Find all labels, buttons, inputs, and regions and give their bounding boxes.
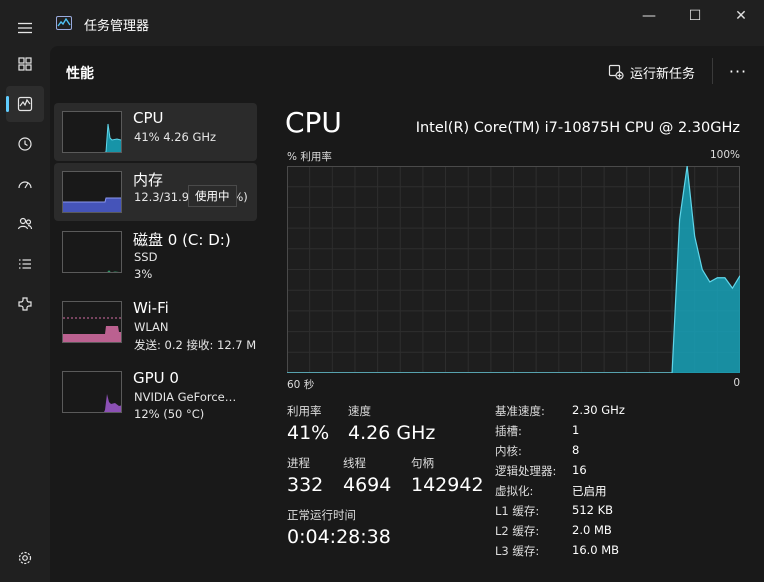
users-icon — [17, 217, 33, 230]
memory-thumbnail — [62, 171, 122, 213]
spec-key: L2 缓存: — [495, 524, 540, 538]
task-manager-icon — [56, 15, 72, 30]
hamburger-menu-button[interactable] — [6, 10, 44, 46]
processes-icon — [18, 57, 32, 71]
device-name: 内存 — [133, 171, 164, 189]
nav-startup[interactable] — [6, 166, 44, 202]
threads-value: 4694 — [343, 474, 392, 496]
device-detail: WLAN — [134, 320, 169, 334]
device-detail-2: 12% (50 °C) — [134, 407, 205, 421]
device-detail: 41% 4.26 GHz — [134, 130, 217, 144]
run-task-icon — [608, 64, 624, 80]
services-icon — [18, 297, 32, 311]
tooltip: 使用中 — [188, 185, 237, 207]
nav-app-history[interactable] — [6, 126, 44, 162]
spec-value: 16.0 MB — [572, 543, 620, 557]
speed-value: 4.26 GHz — [348, 422, 436, 444]
uptime-value: 0:04:28:38 — [287, 526, 391, 548]
side-nav — [0, 22, 50, 582]
cpu-title: CPU — [285, 106, 342, 139]
device-gpu[interactable]: GPU 0 NVIDIA GeForce… 12% (50 °C) — [54, 363, 257, 421]
graph-y-label: % 利用率 — [287, 151, 332, 163]
nav-performance[interactable] — [6, 86, 44, 122]
spec-key: 插槽: — [495, 424, 522, 438]
spec-key: 虚拟化: — [495, 484, 534, 498]
device-name: GPU 0 — [133, 369, 179, 387]
details-icon — [19, 259, 31, 269]
device-detail: NVIDIA GeForce… — [134, 390, 237, 404]
device-detail-2: 发送: 0.2 接收: 12.7 M — [134, 338, 257, 352]
hamburger-icon — [18, 22, 32, 34]
device-detail: SSD — [134, 250, 158, 264]
device-name: CPU — [133, 109, 164, 127]
uptime-label: 正常运行时间 — [287, 508, 356, 522]
nav-processes[interactable] — [6, 46, 44, 82]
handles-label: 句柄 — [411, 456, 434, 470]
page-header: 性能 运行新任务 ··· — [50, 46, 764, 96]
nav-services[interactable] — [6, 286, 44, 322]
title-bar: 任务管理器 — ☐ ✕ — [0, 0, 764, 46]
close-button[interactable]: ✕ — [718, 0, 764, 32]
spec-value: 16 — [572, 463, 587, 477]
spec-key: L1 缓存: — [495, 504, 540, 518]
cpu-utilization-graph — [287, 166, 740, 373]
nav-settings[interactable] — [6, 540, 44, 576]
nav-users[interactable] — [6, 206, 44, 242]
more-options-button[interactable]: ··· — [726, 59, 750, 83]
device-name: Wi-Fi — [133, 299, 169, 317]
spec-key: L3 缓存: — [495, 544, 540, 558]
spec-value: 已启用 — [572, 484, 607, 498]
app-title: 任务管理器 — [84, 19, 150, 34]
speed-label: 速度 — [348, 404, 371, 418]
disk-thumbnail — [62, 231, 122, 273]
spec-key: 内核: — [495, 444, 522, 458]
spec-key: 逻辑处理器: — [495, 464, 557, 478]
spec-value: 1 — [572, 423, 580, 437]
graph-x-left: 60 秒 — [287, 379, 315, 391]
minimize-button[interactable]: — — [626, 0, 672, 32]
handles-value: 142942 — [411, 474, 484, 496]
spec-key: 基准速度: — [495, 404, 545, 418]
utilization-label: 利用率 — [287, 404, 322, 418]
device-cpu[interactable]: CPU 41% 4.26 GHz — [54, 103, 257, 161]
processes-label: 进程 — [287, 456, 310, 470]
main-panel: 性能 运行新任务 ··· CPU 41% 4.26 GHz 内存 12.3/31… — [50, 46, 764, 582]
spec-value: 2.30 GHz — [572, 403, 625, 417]
threads-label: 线程 — [343, 456, 366, 470]
spec-value: 512 KB — [572, 503, 614, 517]
settings-icon — [18, 551, 32, 565]
utilization-value: 41% — [287, 422, 330, 444]
device-disk[interactable]: 磁盘 0 (C: D:) SSD 3% — [54, 223, 257, 281]
device-name: 磁盘 0 (C: D:) — [133, 231, 231, 249]
performance-icon — [17, 96, 33, 112]
run-task-label: 运行新任务 — [630, 66, 696, 82]
gpu-thumbnail — [62, 371, 122, 413]
cpu-thumbnail — [62, 111, 122, 153]
device-detail-2: 3% — [134, 267, 153, 281]
wifi-thumbnail — [62, 301, 122, 343]
graph-y-max: 100% — [709, 149, 740, 161]
page-title: 性能 — [66, 66, 94, 82]
header-divider — [712, 58, 713, 84]
spec-value: 8 — [572, 443, 580, 457]
graph-x-right: 0 — [733, 377, 740, 389]
maximize-button[interactable]: ☐ — [672, 0, 718, 32]
device-wifi[interactable]: Wi-Fi WLAN 发送: 0.2 接收: 12.7 M — [54, 293, 257, 352]
nav-details[interactable] — [6, 246, 44, 282]
startup-icon — [18, 181, 32, 189]
run-new-task-button[interactable]: 运行新任务 — [608, 62, 695, 82]
cpu-model: Intel(R) Core(TM) i7-10875H CPU @ 2.30GH… — [415, 120, 740, 136]
app-history-icon — [18, 137, 32, 151]
spec-value: 2.0 MB — [572, 523, 612, 537]
processes-value: 332 — [287, 474, 324, 496]
